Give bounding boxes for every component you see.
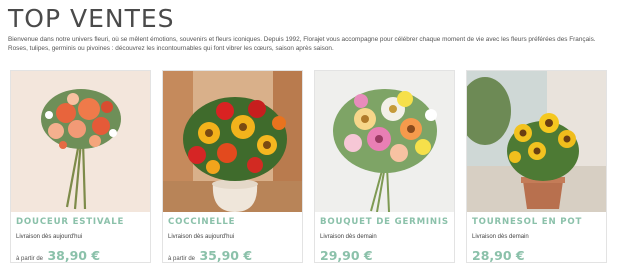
intro-text: Bienvenue dans notre univers fleuri, où … [8,36,596,52]
product-name[interactable]: BOUQUET DE GERMINIS [320,217,449,227]
product-card-coccinelle[interactable]: COCCINELLE Livraison dès aujourd'hui à p… [162,70,303,263]
price-row: à partir de 38,90 € [16,247,100,265]
product-price: 29,90 € [320,248,373,263]
product-image[interactable] [467,71,606,212]
price-row: 28,90 € [472,247,525,265]
product-name[interactable]: TOURNESOL EN POT [472,217,582,227]
product-name[interactable]: DOUCEUR ESTIVALE [16,217,124,227]
product-image[interactable] [315,71,454,212]
price-row: 29,90 € [320,247,373,265]
delivery-info: Livraison dès aujourd'hui [16,234,83,240]
delivery-info: Livraison dès demain [472,234,529,240]
product-image[interactable] [11,71,150,212]
price-prefix: à partir de [16,256,44,262]
product-price: 28,90 € [472,248,525,263]
product-grid: DOUCEUR ESTIVALE Livraison dès aujourd'h… [10,70,610,266]
delivery-info: Livraison dès aujourd'hui [168,234,235,240]
product-image[interactable] [163,71,302,212]
price-row: à partir de 35,90 € [168,247,252,265]
page-title: TOP VENTES [8,4,175,33]
price-prefix: à partir de [168,256,196,262]
product-card-bouquet-de-germinis[interactable]: BOUQUET DE GERMINIS Livraison dès demain… [314,70,455,263]
product-card-tournesol-en-pot[interactable]: TOURNESOL EN POT Livraison dès demain 28… [466,70,607,263]
product-name[interactable]: COCCINELLE [168,217,235,227]
product-price: 38,90 € [47,248,101,263]
product-price: 35,90 € [199,248,253,263]
product-card-douceur-estivale[interactable]: DOUCEUR ESTIVALE Livraison dès aujourd'h… [10,70,151,263]
delivery-info: Livraison dès demain [320,234,377,240]
